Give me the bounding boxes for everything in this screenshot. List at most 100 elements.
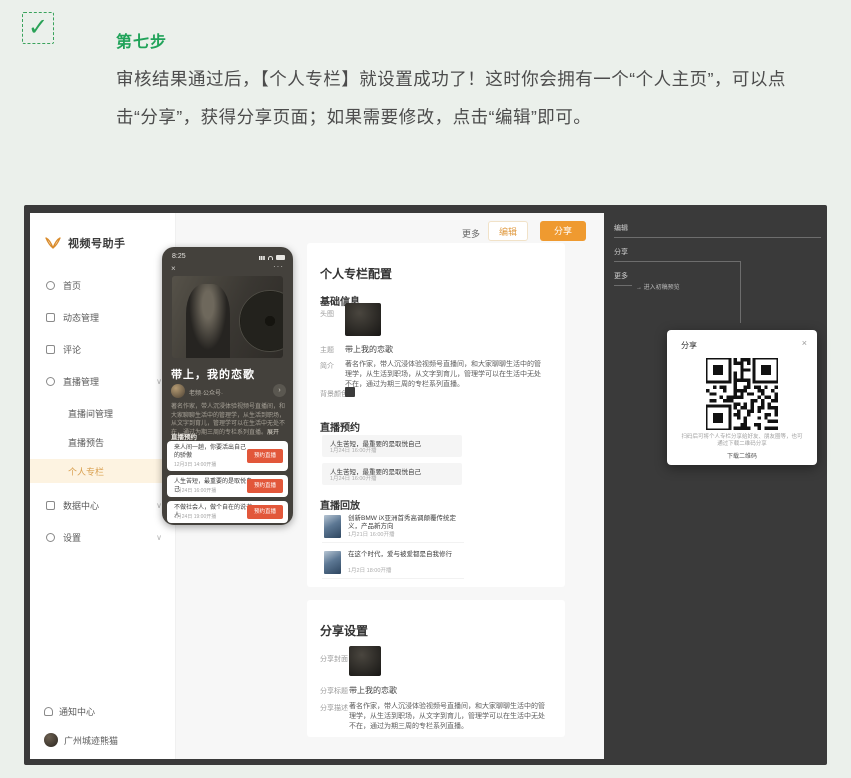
chevron-right-icon: › — [97, 736, 100, 745]
status-icons — [259, 255, 285, 260]
reserve-card-date: 1月24日 19:00开播 — [174, 513, 216, 520]
wifi-icon — [268, 256, 273, 260]
author-name: 老频·公众号· — [189, 388, 223, 397]
theme-label: 主题 — [320, 345, 334, 355]
signal-icon — [259, 256, 265, 260]
reserve-card[interactable]: 不做社会人，做个自在的说书人 1月24日 19:00开播 预约直播 — [167, 501, 288, 523]
sidebar-item-label: 数据中心 — [63, 499, 99, 512]
reserve-card[interactable]: 人生苦短，最重要的是取悦自己 1月24日 16:00开播 预约直播 — [167, 475, 288, 497]
step-paragraph: 审核结果通过后，【个人专栏】就设置成功了！这时你会拥有一个“个人主页”，可以点击… — [116, 60, 822, 136]
sidebar-item-label: 直播管理 — [63, 375, 99, 388]
qr-code — [706, 358, 778, 430]
share-cover-label: 分享封面 — [320, 654, 348, 664]
sidebar-item-label: 直播间管理 — [68, 407, 113, 420]
reserve-card[interactable]: 来人间一趟，你要活出自己的骄傲 12月3日 14:00开播 预约直播 — [167, 441, 288, 471]
annotation-more: 更多 — [614, 271, 628, 281]
check-icon: ✓ — [28, 14, 48, 41]
reserve-section-title: 直播预约 — [171, 431, 197, 441]
data-icon — [46, 501, 55, 510]
sidebar: 视频号助手 首页 动态管理 评论 直播管理∨ 直播间管理 直播预告 个人专栏 数… — [30, 213, 176, 759]
annotation-note-text: 进入初稿预览 — [644, 285, 680, 291]
home-icon — [46, 281, 55, 290]
edit-button[interactable]: 编辑 — [488, 221, 528, 241]
sidebar-item-label: 直播预告 — [68, 436, 104, 449]
replay-item-date: 1月2日 18:00开播 — [348, 566, 391, 574]
bell-icon — [44, 707, 53, 716]
vinyl-record — [239, 290, 283, 352]
sidebar-item-comments[interactable]: 评论 — [30, 337, 176, 361]
sidebar-item-live-notice[interactable]: 直播预告 — [30, 430, 176, 454]
sidebar-item-data-center[interactable]: 数据中心∨ — [30, 493, 176, 517]
share-button[interactable]: 分享 — [540, 221, 586, 241]
reserve-card-date: 12月3日 14:00开播 — [174, 461, 216, 468]
share-desc-label: 分享描述 — [320, 703, 348, 713]
butterfly-logo-icon — [44, 237, 62, 250]
reserve-item[interactable]: 人生苦短，最重要的是取悦自己 1月24日 16:00开播 — [322, 435, 462, 457]
annotation-line — [614, 237, 821, 238]
annotation-edit: 编辑 — [614, 223, 628, 233]
chevron-circle-icon[interactable]: › — [273, 384, 286, 397]
step-check-icon: ✓ — [22, 12, 54, 44]
expand-link[interactable]: 展开 — [267, 430, 279, 436]
sidebar-item-liveroom-manage[interactable]: 直播间管理 — [30, 401, 176, 425]
annotation-share: 分享 — [614, 247, 628, 257]
column-title: 带上，我的恋歌 — [171, 366, 255, 382]
feed-icon — [46, 313, 55, 322]
share-settings-card: 分享设置 分享封面 分享标题 带上我的恋歌 分享描述 著名作家，带人沉浸体验视频… — [307, 600, 565, 737]
replay-thumbnail — [324, 515, 341, 538]
bg-color-label: 背景颜色 — [320, 389, 348, 399]
notice-center[interactable]: 通知中心 — [44, 705, 95, 718]
reserve-live-button[interactable]: 预约直播 — [247, 449, 283, 463]
reserve-item[interactable]: 人生苦短，最重要的是取悦自己 1月24日 16:00开播 — [322, 463, 462, 485]
more-button[interactable]: 更多 — [462, 227, 480, 240]
sidebar-item-personal-column[interactable]: 个人专栏 — [30, 459, 176, 483]
sidebar-item-label: 设置 — [63, 531, 81, 544]
channels-assistant-window: 视频号助手 首页 动态管理 评论 直播管理∨ 直播间管理 直播预告 个人专栏 数… — [30, 213, 604, 759]
sidebar-item-live-manage[interactable]: 直播管理∨ — [30, 369, 176, 393]
sidebar-item-label: 动态管理 — [63, 311, 99, 324]
close-icon[interactable]: × — [171, 264, 176, 273]
share-dialog-title: 分享 — [681, 340, 697, 351]
avatar — [44, 733, 58, 747]
replay-thumbnail — [324, 551, 341, 574]
intro-value: 著名作家，带人沉浸体验视频号直播间，和大家聊聊生活中的管理学，从生活到职场，从文… — [345, 360, 547, 390]
more-dots-icon[interactable]: ··· — [273, 262, 284, 271]
reserve-card-date: 1月24日 16:00开播 — [174, 487, 216, 494]
intro-label: 简介 — [320, 361, 334, 371]
share-dialog: 分享 × 扫码后可将个人专栏分享给好友、朋友圈等，也可通过下载二维码分享 下载二… — [667, 330, 817, 465]
close-icon[interactable]: × — [802, 338, 807, 348]
reserve-card-title: 来人间一趟，你要活出自己的骄傲 — [174, 445, 248, 460]
share-cover-thumbnail[interactable] — [349, 646, 381, 676]
cover-thumbnail[interactable] — [345, 303, 381, 336]
sidebar-item-home[interactable]: 首页 — [30, 273, 176, 297]
status-time: 8:25 — [172, 253, 186, 260]
hero-image — [172, 276, 283, 358]
brand-label: 视频号助手 — [68, 235, 126, 251]
sidebar-item-feed[interactable]: 动态管理 — [30, 305, 176, 329]
download-qr-link[interactable]: 下载二维码 — [667, 451, 817, 460]
reserve-item-date: 1月24日 16:00开播 — [330, 446, 376, 454]
replay-item[interactable]: 创新BMW iX亚洲首秀高调颠覆传统定义，产品新方向 1月21日 16:00开播 — [322, 511, 464, 543]
replay-item-title: 在这个时代，爱与被爱都是自我修行 — [348, 551, 460, 559]
config-card: 个人专栏配置 基础信息 头图 主题 带上我的恋歌 简介 著名作家，带人沉浸体验视… — [307, 243, 565, 587]
phone-preview: 8:25 × ··· 带上，我的恋歌 老频·公众号· › 著名作家，带人沉浸体验… — [162, 247, 293, 525]
annotation-more-note: → 进入初稿预览 — [636, 282, 680, 291]
screenshot-frame: 视频号助手 首页 动态管理 评论 直播管理∨ 直播间管理 直播预告 个人专栏 数… — [24, 205, 827, 765]
sidebar-item-settings[interactable]: 设置 ∨ — [30, 525, 176, 549]
share-title-value: 带上我的恋歌 — [349, 685, 397, 696]
live-icon — [46, 377, 55, 386]
annotation-line — [614, 285, 632, 286]
annotation-line — [614, 261, 740, 262]
cover-label: 头图 — [320, 309, 334, 319]
bg-color-swatch[interactable] — [345, 387, 355, 397]
reserve-live-button[interactable]: 预约直播 — [247, 479, 283, 493]
reserve-live-button[interactable]: 预约直播 — [247, 505, 283, 519]
chevron-down-icon[interactable]: ∨ — [156, 533, 162, 542]
sidebar-item-label: 首页 — [63, 279, 81, 292]
replay-item-date: 1月21日 16:00开播 — [348, 530, 394, 538]
replay-item[interactable]: 在这个时代，爱与被爱都是自我修行 1月2日 18:00开播 — [322, 547, 464, 579]
reserve-item-date: 1月24日 16:00开播 — [330, 474, 376, 482]
account-row[interactable]: 广州城迹熊猫› — [44, 733, 118, 747]
sidebar-item-label: 个人专栏 — [68, 465, 104, 478]
theme-value: 带上我的恋歌 — [345, 344, 393, 355]
